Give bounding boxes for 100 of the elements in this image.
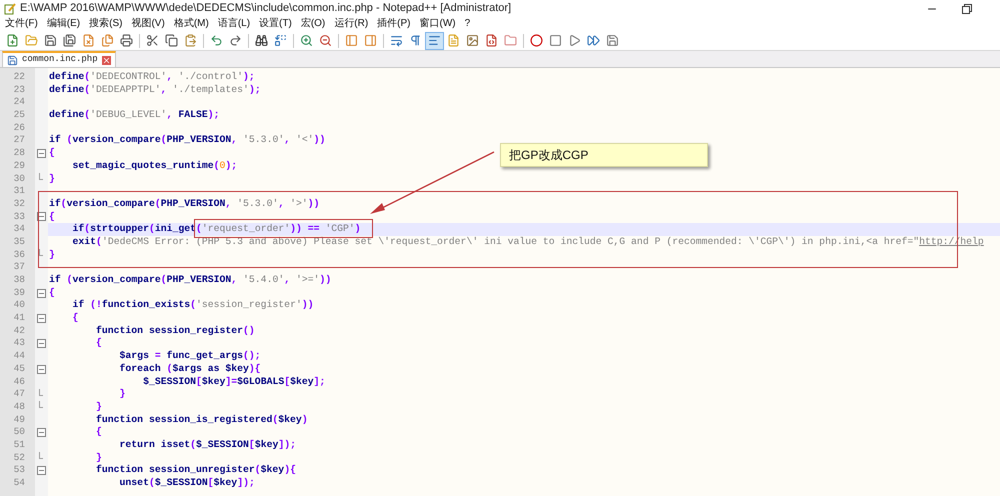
code-token: { — [95, 426, 102, 438]
code-token: { — [95, 337, 102, 348]
code-token: '>' — [290, 198, 308, 209]
code-token: strtoupper — [90, 223, 149, 234]
code-token: [ — [196, 376, 202, 386]
fold-collapse-icon[interactable] — [37, 466, 46, 476]
menu-item[interactable]: 语言(L) — [218, 19, 250, 29]
line-number: 26 — [12, 122, 26, 134]
code-token: { — [49, 210, 55, 222]
code-token: define — [49, 84, 84, 95]
code-token: if — [49, 198, 61, 209]
fold-collapse-icon[interactable] — [37, 339, 46, 348]
menu-item[interactable]: 设置(T) — [259, 19, 292, 29]
code-token: set_magic_quotes_runtime — [72, 160, 214, 171]
code-token: $args as $key — [172, 362, 249, 374]
indent-guide-icon[interactable] — [425, 32, 444, 50]
code-token: ( — [66, 134, 73, 146]
code-token: $key — [290, 376, 314, 386]
code-token: ( — [190, 438, 196, 450]
line-number: 35 — [12, 236, 26, 249]
menu-item[interactable]: 编辑(E) — [46, 19, 80, 29]
code-token: ){ — [284, 464, 296, 476]
code-token: = — [154, 350, 162, 362]
code-token: FALSE — [178, 109, 208, 120]
close-icon[interactable] — [102, 56, 111, 64]
menu-item[interactable]: 窗口(W) — [420, 19, 456, 29]
code-token: $key — [254, 438, 278, 450]
code-token: function session_is_registered — [95, 414, 272, 425]
fold-collapse-icon[interactable] — [37, 148, 46, 158]
code-token: version_compare — [72, 134, 161, 146]
line-number: 53 — [12, 464, 26, 477]
menu-item[interactable]: ? — [464, 19, 470, 29]
code-token: $_SESSION — [142, 376, 196, 386]
code-token: ( — [190, 299, 196, 310]
restore-icon[interactable] — [962, 4, 972, 14]
code-token: if — [72, 223, 84, 234]
code-token: version_compare — [72, 274, 161, 285]
code-token: ( — [60, 198, 67, 209]
code-token: [ — [248, 438, 255, 450]
fold-collapse-icon[interactable] — [37, 212, 46, 222]
line-number: 27 — [12, 134, 26, 148]
line-number: 22 — [12, 71, 26, 84]
code-token: } — [95, 452, 102, 463]
code-token: { — [49, 286, 55, 298]
line-number: 54 — [12, 477, 26, 490]
code-token: ]; — [314, 376, 326, 386]
menu-item[interactable]: 视图(V) — [131, 19, 165, 29]
line-number: 28 — [12, 147, 26, 160]
menu-item[interactable]: 运行(R) — [334, 19, 368, 29]
window-title: E:\WAMP 2016\WAMP\WWW\dede\DEDECMS\include\common.inc.php - Notepad++ [Administrator] — [20, 1, 512, 16]
code-token: function_exists — [102, 299, 190, 310]
code-token: , — [284, 134, 292, 146]
code-token: [ — [208, 477, 214, 488]
menu-item[interactable]: 搜索(S) — [89, 19, 122, 29]
code-token: } — [49, 248, 55, 260]
menu-item[interactable]: 格式(M) — [174, 19, 209, 29]
code-token: $key — [260, 464, 284, 476]
save-icon — [7, 54, 18, 66]
code-token: $key — [214, 477, 238, 488]
fold-collapse-icon[interactable] — [37, 288, 46, 298]
code-token: , — [166, 109, 174, 120]
line-number: 31 — [12, 185, 26, 198]
code-token: ( — [148, 477, 155, 488]
line-number: 34 — [12, 223, 26, 236]
code-token: ( — [96, 236, 102, 247]
menu-item[interactable]: 插件(P) — [377, 19, 411, 29]
code-token: 'session_register' — [196, 299, 302, 310]
code-token: function session_unregister — [95, 464, 255, 476]
line-number: 42 — [12, 324, 26, 338]
line-number: 51 — [12, 438, 26, 452]
code-token: , — [278, 198, 286, 209]
menu-item[interactable]: 宏(O) — [300, 19, 326, 29]
code-token: } — [95, 400, 102, 412]
code-token: $args — [118, 350, 149, 362]
fold-collapse-icon[interactable] — [37, 428, 46, 438]
code-token: ){ — [248, 362, 261, 374]
line-number: 49 — [12, 414, 26, 426]
file-tab[interactable]: common.inc.php — [2, 51, 116, 67]
code-token: function session_register — [95, 324, 244, 336]
code-token: { — [72, 312, 78, 324]
code-token: (); — [243, 350, 261, 362]
line-number: 33 — [12, 210, 26, 224]
code-token: ( — [166, 362, 172, 374]
code-token: foreach — [118, 362, 161, 374]
code-token: version_compare — [66, 198, 155, 209]
code-token: $_SESSION — [196, 438, 249, 450]
fold-collapse-icon[interactable] — [37, 314, 46, 323]
code-token: ]); — [278, 438, 296, 450]
code-token: 'CGP' — [325, 223, 355, 234]
code-token: ); — [208, 109, 220, 120]
code-token: $key — [278, 414, 302, 425]
code-token: [ — [284, 376, 290, 386]
code-token: { — [49, 147, 55, 158]
line-number: 48 — [12, 400, 26, 414]
menu-item[interactable]: 文件(F) — [5, 19, 38, 29]
code-token: )) — [308, 198, 320, 209]
line-number: 32 — [12, 198, 26, 211]
code-token: ); — [225, 160, 238, 171]
fold-collapse-icon[interactable] — [37, 364, 46, 374]
code-token: PHP_VERSION — [166, 274, 232, 285]
